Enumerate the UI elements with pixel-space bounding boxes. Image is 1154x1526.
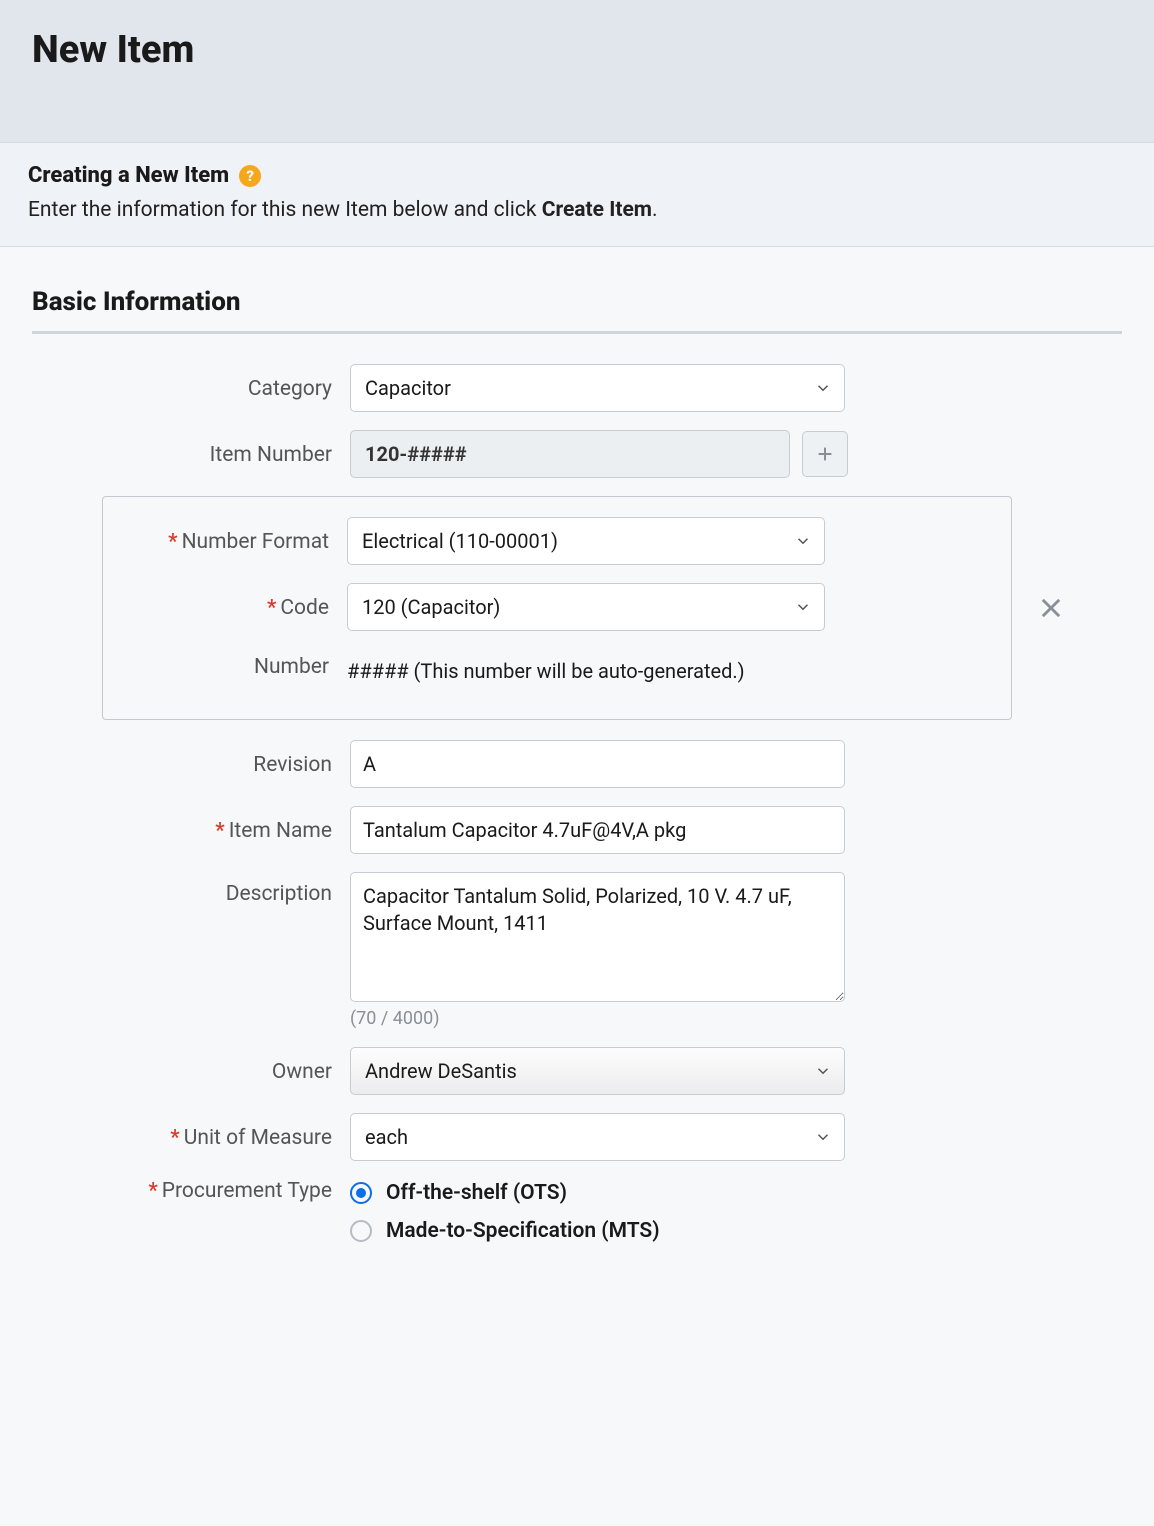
number-auto-note: ##### (This number will be auto-generate… (347, 649, 745, 683)
info-panel-title: Creating a New Item (28, 163, 229, 188)
chevron-down-icon (814, 1128, 832, 1146)
info-panel: Creating a New Item ? Enter the informat… (0, 142, 1154, 247)
number-format-select[interactable]: Electrical (110-00001) (347, 517, 825, 565)
number-format-group: *Number Format Electrical (110-00001) *C… (102, 496, 1012, 720)
item-number-value: 120-##### (365, 442, 467, 466)
category-select[interactable]: Capacitor (350, 364, 845, 412)
label-revision: Revision (32, 751, 332, 777)
number-format-value: Electrical (110-00001) (362, 529, 558, 553)
info-text-suffix: . (652, 198, 658, 222)
close-icon (1037, 594, 1065, 622)
label-code: *Code (117, 594, 329, 620)
section-divider (32, 331, 1122, 334)
category-select-value: Capacitor (365, 376, 451, 400)
help-icon[interactable]: ? (239, 165, 261, 187)
revision-input[interactable] (350, 740, 845, 788)
info-panel-text: Enter the information for this new Item … (28, 198, 1126, 222)
description-char-count: (70 / 4000) (350, 1008, 845, 1029)
label-procurement-type: *Procurement Type (32, 1179, 332, 1203)
owner-value: Andrew DeSantis (365, 1059, 517, 1083)
label-description: Description (32, 872, 332, 906)
description-textarea[interactable] (350, 872, 845, 1002)
label-item-name: *Item Name (32, 817, 332, 843)
procurement-type-group: Off-the-shelf (OTS) Made-to-Specificatio… (350, 1179, 660, 1243)
plus-icon (814, 443, 836, 465)
add-item-number-button[interactable] (802, 431, 848, 477)
label-item-number: Item Number (32, 441, 332, 467)
chevron-down-icon (794, 532, 812, 550)
page-title: New Item (32, 28, 1122, 72)
uom-select[interactable]: each (350, 1113, 845, 1161)
form-content: Basic Information Category Capacitor Ite… (0, 247, 1154, 1291)
label-category: Category (32, 375, 332, 401)
procurement-radio-ots[interactable]: Off-the-shelf (OTS) (350, 1181, 660, 1205)
radio-label-ots: Off-the-shelf (OTS) (386, 1181, 567, 1205)
page-header: New Item (0, 0, 1154, 142)
radio-icon (350, 1220, 372, 1242)
code-value: 120 (Capacitor) (362, 595, 500, 619)
label-number: Number (117, 653, 329, 679)
label-owner: Owner (32, 1058, 332, 1084)
item-number-field: 120-##### (350, 430, 790, 478)
info-text-prefix: Enter the information for this new Item … (28, 198, 542, 222)
owner-select[interactable]: Andrew DeSantis (350, 1047, 845, 1095)
info-text-strong: Create Item (542, 198, 652, 222)
radio-icon (350, 1182, 372, 1204)
chevron-down-icon (814, 379, 832, 397)
section-heading: Basic Information (32, 287, 1122, 317)
chevron-down-icon (814, 1062, 832, 1080)
item-name-input[interactable] (350, 806, 845, 854)
radio-label-mts: Made-to-Specification (MTS) (386, 1219, 660, 1243)
label-uom: *Unit of Measure (32, 1124, 332, 1150)
code-select[interactable]: 120 (Capacitor) (347, 583, 825, 631)
chevron-down-icon (794, 598, 812, 616)
procurement-radio-mts[interactable]: Made-to-Specification (MTS) (350, 1219, 660, 1243)
remove-number-format-button[interactable] (1037, 594, 1065, 622)
uom-value: each (365, 1125, 408, 1149)
label-number-format: *Number Format (117, 528, 329, 554)
